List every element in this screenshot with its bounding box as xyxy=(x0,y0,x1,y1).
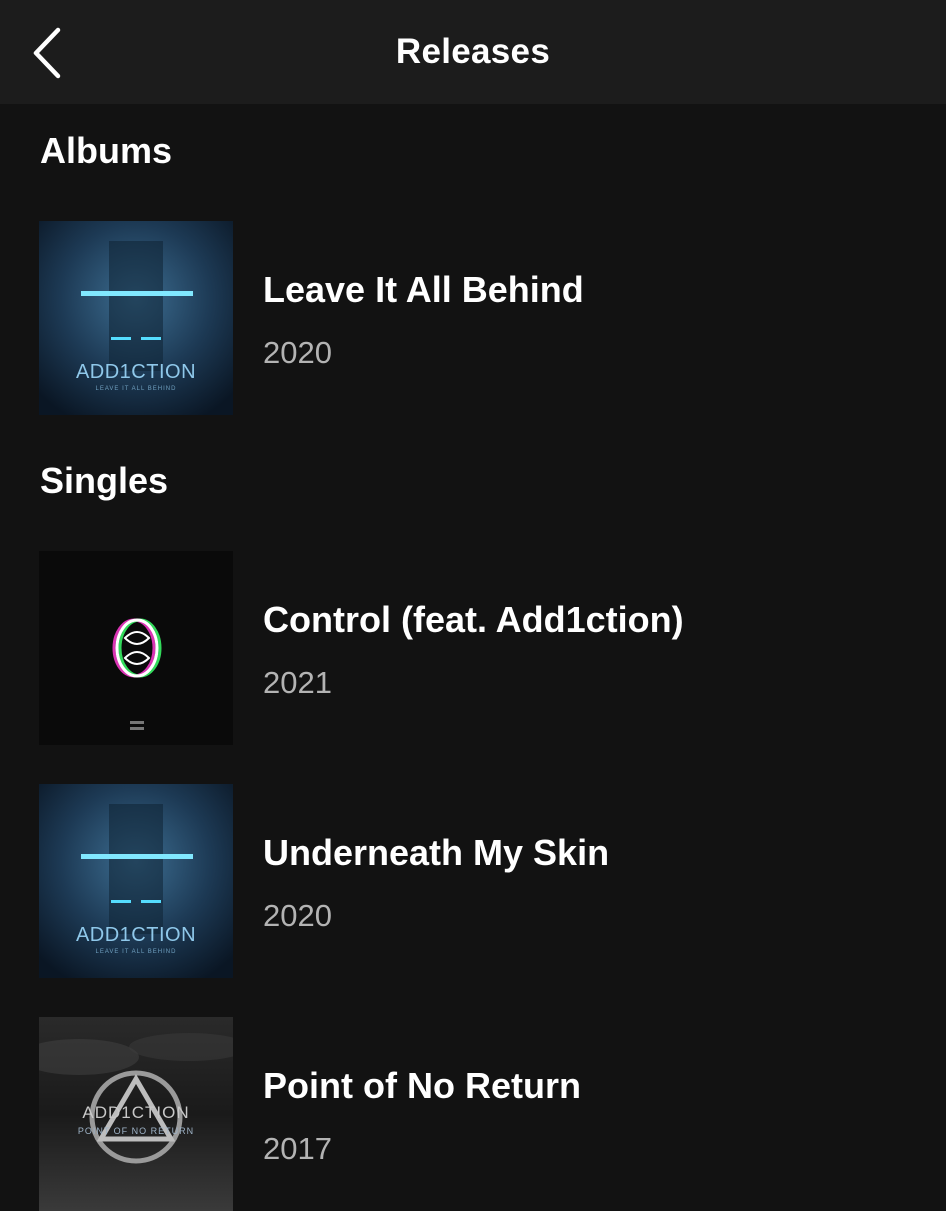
release-year: 2021 xyxy=(263,665,332,700)
single-cover: ADD1CTION LEAVE IT ALL BEHIND xyxy=(39,784,233,978)
albums-heading: Albums xyxy=(40,130,173,171)
release-title: Leave It All Behind xyxy=(263,269,584,310)
svg-text:ADD1CTION: ADD1CTION xyxy=(82,1103,189,1122)
release-title: Control (feat. Add1ction) xyxy=(263,599,684,640)
svg-text:ADD1CTION: ADD1CTION xyxy=(76,924,196,946)
release-item-point-of-no-return[interactable]: ADD1CTION POINT OF NO RETURN Point of No… xyxy=(0,1017,946,1211)
page-title: Releases xyxy=(395,32,551,71)
singles-heading: Singles xyxy=(40,460,169,501)
svg-text:ADD1CTION: ADD1CTION xyxy=(76,361,196,383)
top-bar: Releases xyxy=(0,0,946,104)
release-year: 2020 xyxy=(263,898,332,933)
svg-text:POINT OF NO RETURN: POINT OF NO RETURN xyxy=(78,1126,194,1136)
back-button[interactable] xyxy=(26,24,70,82)
album-cover: ADD1CTION LEAVE IT ALL BEHIND xyxy=(39,221,233,415)
release-item-leave-it-all-behind[interactable]: ADD1CTION LEAVE IT ALL BEHIND Leave It A… xyxy=(0,221,946,415)
chevron-left-icon xyxy=(33,27,61,79)
single-cover xyxy=(39,551,233,745)
svg-text:LEAVE IT ALL BEHIND: LEAVE IT ALL BEHIND xyxy=(96,386,177,392)
release-item-control[interactable]: Control (feat. Add1ction) 2021 xyxy=(0,551,946,745)
release-year: 2017 xyxy=(263,1131,332,1166)
release-year: 2020 xyxy=(263,335,332,370)
release-title: Point of No Return xyxy=(263,1065,581,1106)
release-item-underneath-my-skin[interactable]: ADD1CTION LEAVE IT ALL BEHIND Underneath… xyxy=(0,784,946,978)
svg-text:LEAVE IT ALL BEHIND: LEAVE IT ALL BEHIND xyxy=(96,949,177,955)
release-title: Underneath My Skin xyxy=(263,832,610,873)
single-cover: ADD1CTION POINT OF NO RETURN xyxy=(39,1017,233,1211)
